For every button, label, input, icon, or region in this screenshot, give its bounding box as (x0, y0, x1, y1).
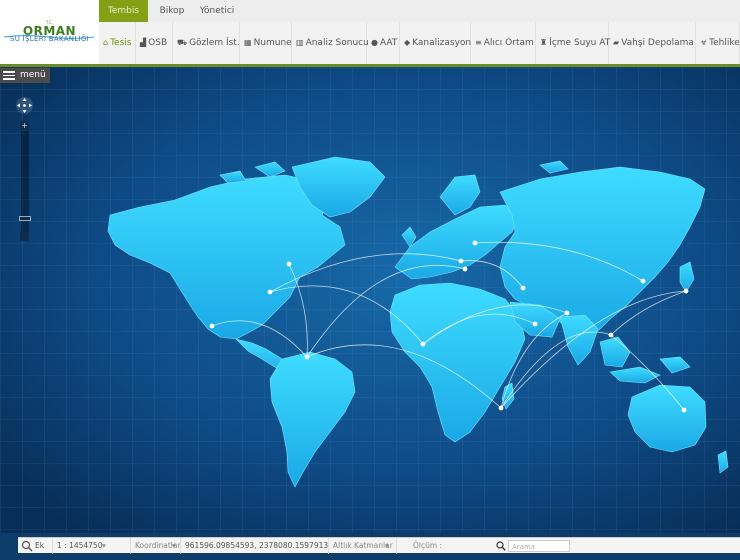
base-layers-chevron-icon[interactable]: ▾ (385, 538, 389, 554)
tank-icon: ◆ (404, 38, 411, 47)
menu-toggle-button[interactable]: menü (0, 68, 50, 83)
drop-icon: ● (371, 38, 378, 47)
menu-item-analiz[interactable]: ▥ Analiz Sonucu (292, 22, 369, 64)
menu-item-icme-suyu[interactable]: ♜ İçme Suyu AT (536, 22, 611, 64)
pan-control-icon[interactable] (16, 97, 33, 114)
logo-subtitle: SU İŞLERİ BAKANLIĞI (9, 35, 89, 43)
tab-tembis[interactable]: Tembis (99, 0, 148, 22)
car-icon: ⛟ (177, 38, 188, 47)
menu-item-vahsi-depolama[interactable]: ▰ Vahşi Depolama (609, 22, 696, 64)
pan-arrows-icon (17, 98, 32, 113)
home-icon: ⌂ (103, 38, 109, 47)
book-icon: ▰ (613, 38, 620, 47)
menu-item-label: Kanalizasyon (412, 38, 472, 48)
menu-item-label: Tesis (110, 38, 132, 48)
menu-item-tehlike[interactable]: ☣ Tehlike (696, 22, 740, 64)
ministry-logo[interactable]: T.C. ORMAN SU İŞLERİ BAKANLIĞI (0, 0, 99, 64)
world-map[interactable] (0, 67, 740, 533)
hazard-icon: ☣ (700, 38, 708, 47)
menu-item-label: Numune (253, 38, 292, 48)
grid-icon: ▦ (244, 38, 252, 47)
menu-item-gozlem[interactable]: ⛟ Gözlem İst. (173, 22, 240, 64)
zoom-label: Ek (35, 541, 45, 550)
tab-yonetici[interactable]: Yönetici (196, 0, 238, 22)
zoom-in-button[interactable]: + (20, 121, 29, 130)
map-canvas[interactable] (0, 67, 740, 533)
tab-bikop[interactable]: Bikop (152, 0, 192, 22)
list-icon: ≡ (475, 38, 482, 47)
menu-item-label: Alıcı Ortam (483, 38, 534, 48)
factory-icon: ▟ (140, 38, 147, 47)
menu-item-label: Vahşi Depolama (621, 38, 694, 48)
menu-item-label: Tehlike (709, 38, 740, 48)
menu-toggle-label: menü (20, 70, 46, 80)
hamburger-icon (3, 71, 15, 80)
chart-icon: ▥ (296, 38, 304, 47)
menu-item-label: OSB (148, 38, 168, 48)
search-input[interactable]: Arama (508, 540, 570, 552)
menu-item-kanalizasyon[interactable]: ◆ Kanalizasyon (400, 22, 471, 64)
bottle-icon: ♜ (540, 38, 548, 47)
zoom-out-button[interactable] (20, 232, 29, 241)
menu-item-osb[interactable]: ▟ OSB (136, 22, 173, 64)
status-bar: Ek 1 : 1454750 ▾ Koordinatlar ▾ 961596.0… (18, 537, 740, 554)
coordinate-readout: 961596.09854593, 2378080.1597913 (180, 538, 328, 554)
coordinates-chevron-icon[interactable]: ▾ (172, 538, 176, 554)
measure-tool[interactable]: Ölçüm : (396, 538, 442, 554)
menu-item-label: AAT (379, 38, 398, 48)
menu-item-aat[interactable]: ● AAT (367, 22, 400, 64)
main-menu: ⌂ Tesis ▟ OSB ⛟ Gözlem İst. ▦ Numune ▥ Analiz… (99, 22, 740, 64)
zoom-slider-track[interactable] (21, 131, 29, 241)
scale-chevron-icon[interactable]: ▾ (102, 538, 106, 554)
menu-item-alici-ortam[interactable]: ≡ Alıcı Ortam (471, 22, 536, 64)
menu-item-label: Gözlem İst. (189, 38, 240, 48)
search-icon (496, 538, 506, 554)
menu-item-label: İçme Suyu AT (549, 38, 611, 48)
menu-item-label: Analiz Sonucu (305, 38, 369, 48)
menu-item-numune[interactable]: ▦ Numune (240, 22, 292, 64)
zoom-slider-handle[interactable] (19, 216, 31, 221)
menu-item-tesis[interactable]: ⌂ Tesis (99, 22, 136, 64)
zoom-area-icon[interactable] (21, 538, 33, 554)
